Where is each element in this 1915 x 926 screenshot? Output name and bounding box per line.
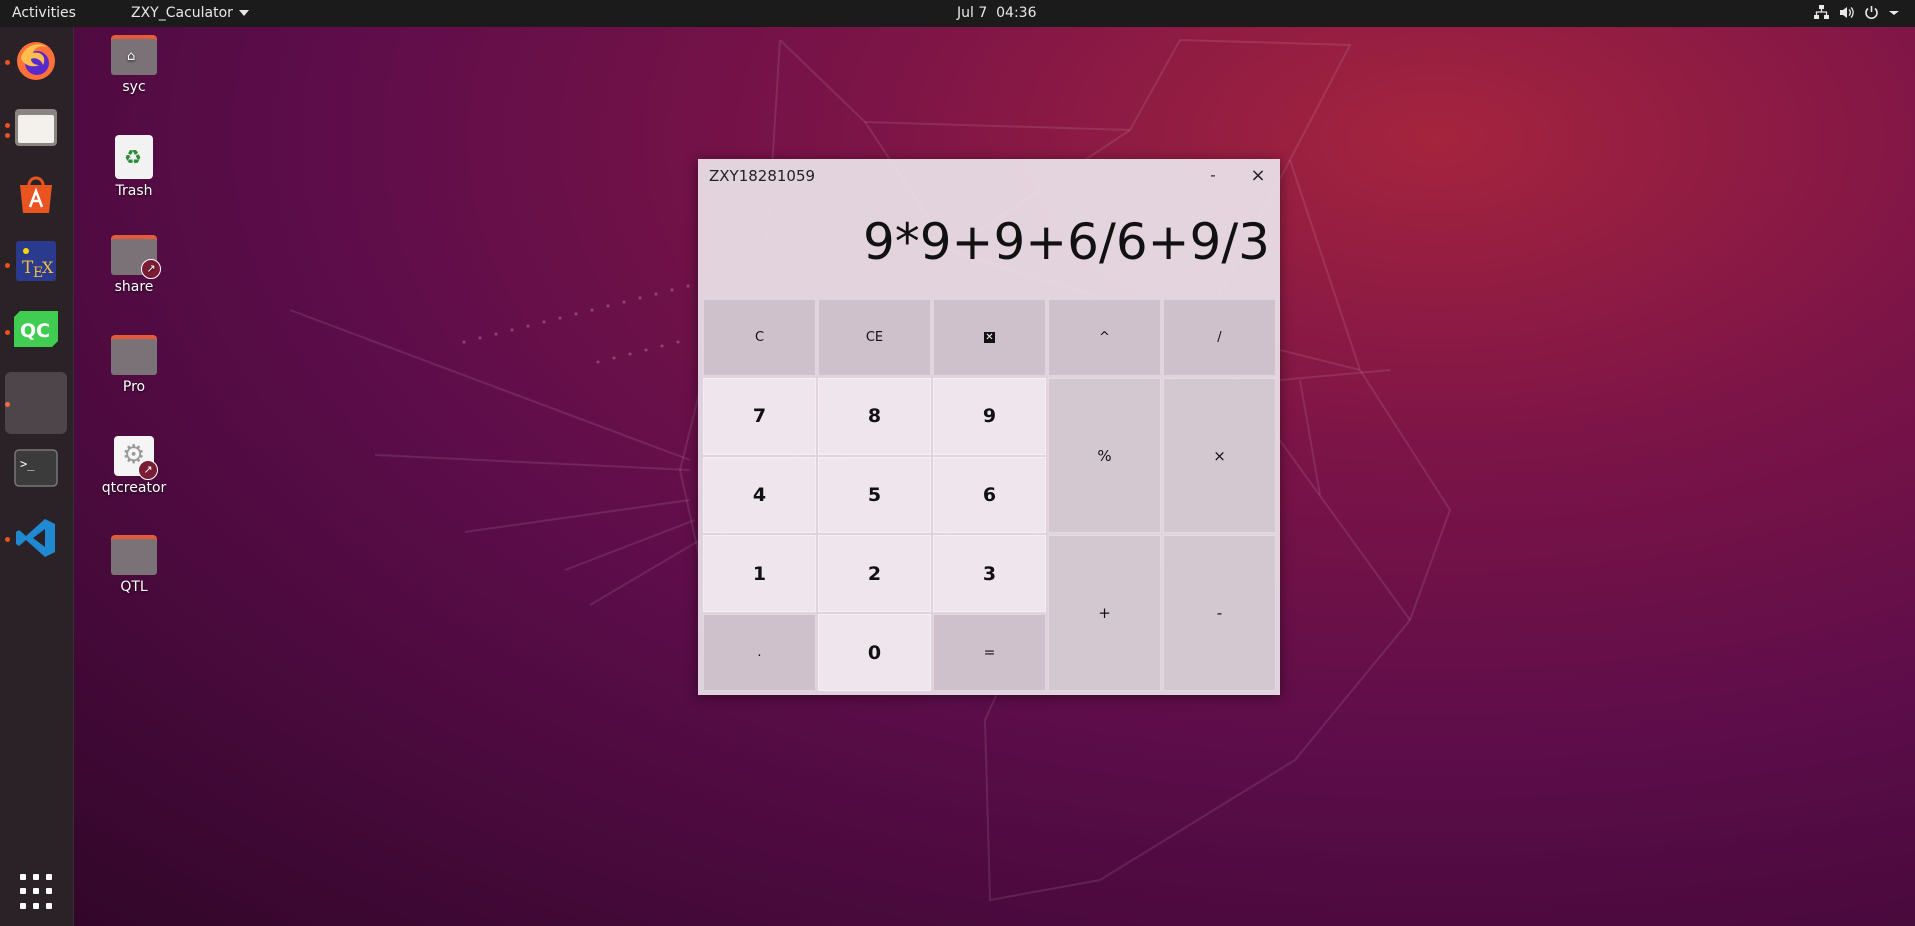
digit-7-button[interactable]: 7 <box>703 377 816 455</box>
digit-4-button[interactable]: 4 <box>703 456 816 534</box>
show-apps-icon[interactable] <box>18 872 58 912</box>
folder-icon <box>111 335 157 375</box>
trash-icon: ♻ <box>115 135 153 179</box>
desktop-icon-trash[interactable]: ♻ Trash <box>89 135 179 199</box>
dock: TEX QC >_ <box>0 27 74 926</box>
qtcreator-dock-icon[interactable]: QC <box>10 303 62 355</box>
digit-5-button[interactable]: 5 <box>818 456 931 534</box>
backspace-icon: ✕ <box>984 331 995 343</box>
firefox-icon[interactable] <box>10 34 62 86</box>
desktop-icon-qtcreator[interactable]: ⚙ ↗ qtcreator <box>89 436 179 496</box>
desktop-icon-label: qtcreator <box>101 480 167 496</box>
clock[interactable]: Jul 7 04:36 <box>957 5 1037 21</box>
desktop-icon-label: Pro <box>122 379 146 395</box>
expression-display: 9*9+9+6/6+9/3 <box>862 213 1270 271</box>
percent-button[interactable]: % <box>1048 377 1161 534</box>
digit-3-button[interactable]: 3 <box>933 535 1046 613</box>
power-button[interactable]: ^ <box>1048 299 1161 376</box>
minus-button[interactable]: - <box>1163 535 1276 691</box>
caret-down-icon <box>238 10 249 16</box>
calculator-window: ZXY18281059 - × 9*9+9+6/6+9/3 C CE ✕ ^ /… <box>698 159 1280 695</box>
desktop-icon-qtl[interactable]: QTL <box>89 535 179 595</box>
app-menu[interactable]: ZXY_Caculator <box>131 5 249 21</box>
clear-button[interactable]: C <box>703 299 816 376</box>
digit-6-button[interactable]: 6 <box>933 456 1046 534</box>
link-folder-icon: ↗ <box>111 235 161 279</box>
desktop-icon-label: QTL <box>120 579 148 595</box>
plus-button[interactable]: + <box>1048 535 1161 691</box>
svg-text:>_: >_ <box>20 457 35 471</box>
svg-text:QC: QC <box>20 320 50 342</box>
desktop-screen: Activities ZXY_Caculator Jul 7 04:36 T E… <box>0 0 1915 926</box>
power-icon <box>1863 4 1880 21</box>
desktop-icon-syc[interactable]: ⌂ syc <box>89 35 179 95</box>
multiply-button[interactable]: × <box>1163 377 1276 534</box>
home-folder-icon: ⌂ <box>111 35 157 75</box>
window-titlebar[interactable]: ZXY18281059 - × <box>698 159 1280 193</box>
minimize-button[interactable]: - <box>1201 164 1225 188</box>
window-title: ZXY18281059 <box>709 167 816 185</box>
terminal-icon[interactable]: >_ <box>10 442 62 494</box>
app-menu-label: ZXY_Caculator <box>131 5 233 21</box>
folder-icon <box>111 535 157 575</box>
gear-icon: ⚙ ↗ <box>114 436 158 480</box>
digit-1-button[interactable]: 1 <box>703 535 816 613</box>
software-store-icon[interactable] <box>10 167 62 219</box>
vscode-icon[interactable] <box>10 512 62 564</box>
digit-0-button[interactable]: 0 <box>818 614 931 691</box>
equals-button[interactable]: = <box>933 614 1046 691</box>
divide-button[interactable]: / <box>1163 299 1276 376</box>
network-icon <box>1813 4 1830 21</box>
digit-2-button[interactable]: 2 <box>818 535 931 613</box>
top-bar: Activities ZXY_Caculator Jul 7 04:36 <box>0 0 1915 27</box>
keypad: C CE ✕ ^ / 7 8 9 % × 4 5 6 1 2 3 + - . 0… <box>703 299 1276 691</box>
calculator-window-icon[interactable] <box>5 372 67 434</box>
activities-button[interactable]: Activities <box>12 5 76 21</box>
system-tray[interactable] <box>1813 4 1905 21</box>
decimal-point-button[interactable]: . <box>703 614 816 691</box>
desktop-icon-share[interactable]: ↗ share <box>89 235 179 295</box>
digit-9-button[interactable]: 9 <box>933 377 1046 455</box>
desktop-icon-label: share <box>114 279 154 295</box>
close-button[interactable]: × <box>1246 164 1270 188</box>
desktop-icon-label: syc <box>122 79 146 95</box>
svg-text:X: X <box>42 258 54 277</box>
files-icon[interactable] <box>10 101 62 153</box>
volume-icon <box>1838 4 1855 21</box>
desktop-icon-pro[interactable]: Pro <box>89 335 179 395</box>
desktop-icon-label: Trash <box>115 183 153 199</box>
digit-8-button[interactable]: 8 <box>818 377 931 455</box>
texstudio-icon[interactable]: TEX <box>10 235 62 287</box>
backspace-button[interactable]: ✕ <box>933 299 1046 376</box>
chevron-down-icon <box>1888 4 1905 21</box>
clear-entry-button[interactable]: CE <box>818 299 931 376</box>
